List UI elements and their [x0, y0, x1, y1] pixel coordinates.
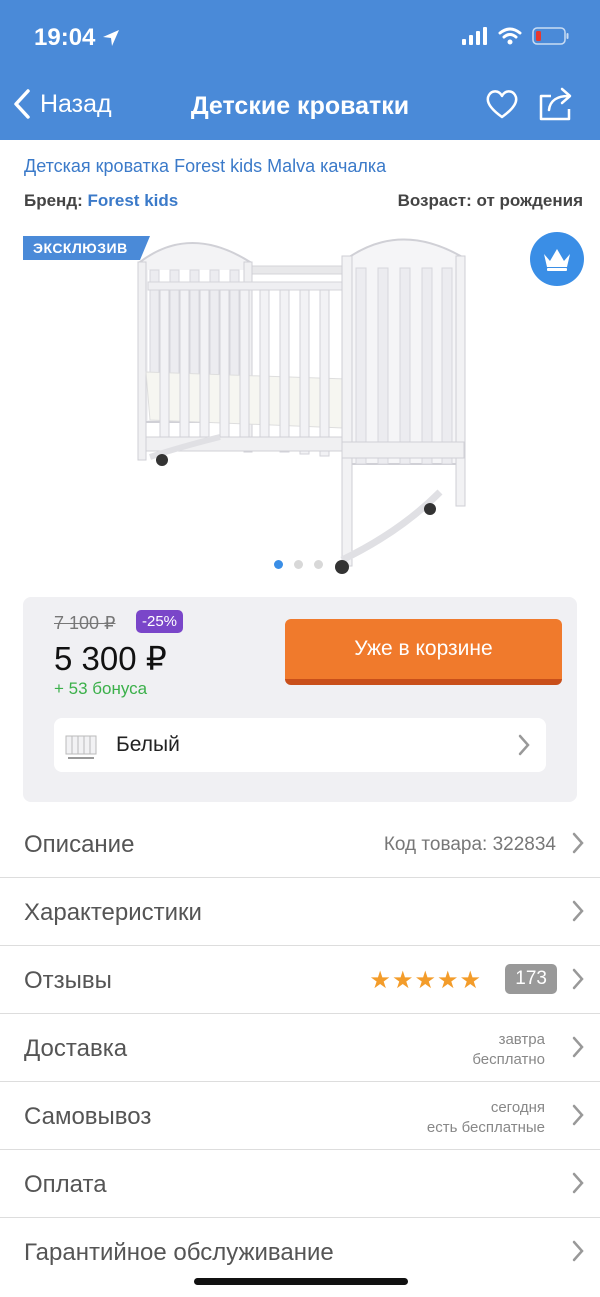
- product-name[interactable]: Детская кроватка Forest kids Malva качал…: [24, 156, 386, 177]
- age-value: от рождения: [476, 191, 584, 210]
- chevron-right-icon: [572, 900, 584, 922]
- navbar: Назад Детские кроватки: [0, 74, 600, 140]
- in-cart-button[interactable]: Уже в корзине: [285, 619, 562, 685]
- chevron-right-icon: [572, 968, 584, 990]
- bonus-text: + 53 бонуса: [54, 679, 148, 698]
- pickup-info: сегодня есть бесплатные: [427, 1098, 545, 1138]
- row-delivery[interactable]: Доставка завтра бесплатно: [0, 1014, 600, 1082]
- row-specs[interactable]: Характеристики: [0, 878, 600, 946]
- old-price: 7 100 ₽: [54, 613, 116, 633]
- exclusive-badge: ЭКСКЛЮЗИВ: [23, 236, 150, 260]
- pickup-cost: есть бесплатные: [426, 1119, 545, 1136]
- row-label: Доставка: [24, 1035, 128, 1062]
- gallery-dot[interactable]: [314, 560, 323, 569]
- product-gallery[interactable]: ЭКСКЛЮЗИВ: [0, 232, 600, 582]
- row-reviews[interactable]: Отзывы ★★★★★ 173: [0, 946, 600, 1014]
- signal-icon: [462, 27, 487, 45]
- status-icons: [462, 26, 570, 46]
- row-label: Гарантийное обслуживание: [24, 1239, 334, 1266]
- gallery-dot[interactable]: [294, 560, 303, 569]
- share-icon[interactable]: [536, 86, 576, 122]
- delivery-info: завтра бесплатно: [472, 1030, 545, 1070]
- rating-stars: ★★★★★: [369, 967, 482, 994]
- wifi-icon: [498, 27, 522, 45]
- age-row: Возраст: от рождения: [398, 191, 583, 211]
- status-time: 19:04: [34, 24, 121, 52]
- chevron-right-icon: [572, 1172, 584, 1194]
- crown-badge[interactable]: [530, 232, 584, 286]
- gallery-dots[interactable]: [274, 560, 323, 569]
- row-payment[interactable]: Оплата: [0, 1150, 600, 1218]
- chevron-right-icon: [572, 1240, 584, 1262]
- chevron-right-icon: [572, 1036, 584, 1058]
- home-indicator[interactable]: [194, 1278, 408, 1285]
- brand-label: Бренд:: [24, 191, 83, 210]
- top-bar: 19:04 Назад Детские кроватки: [0, 0, 600, 140]
- gallery-dot[interactable]: [274, 560, 283, 569]
- row-label: Оплата: [24, 1171, 107, 1198]
- color-selector[interactable]: Белый: [54, 718, 546, 772]
- heart-icon[interactable]: [484, 86, 520, 122]
- current-price: 5 300 ₽: [54, 640, 167, 677]
- discount-badge: -25%: [136, 610, 184, 633]
- row-label: Характеристики: [24, 899, 202, 926]
- time-label: 19:04: [34, 24, 96, 51]
- color-label: Белый: [116, 733, 180, 756]
- row-label: Описание: [24, 831, 135, 858]
- delivery-cost: бесплатно: [472, 1051, 545, 1068]
- crib-image: [137, 238, 466, 574]
- color-thumbnail: [65, 735, 97, 759]
- status-bar: 19:04: [0, 0, 600, 74]
- row-warranty[interactable]: Гарантийное обслуживание: [0, 1218, 600, 1286]
- review-count: 173: [505, 964, 557, 994]
- row-label: Отзывы: [24, 967, 112, 994]
- chevron-right-icon: [518, 734, 530, 756]
- crown-icon: [544, 249, 570, 271]
- delivery-when: завтра: [498, 1031, 545, 1048]
- info-list: Описание Код товара: 322834 Характеристи…: [0, 810, 600, 1286]
- row-label: Самовывоз: [24, 1103, 152, 1130]
- chevron-right-icon: [572, 1104, 584, 1126]
- battery-icon: [532, 27, 569, 45]
- product-code: Код товара: 322834: [383, 834, 556, 855]
- pickup-when: сегодня: [490, 1099, 545, 1116]
- chevron-right-icon: [572, 832, 584, 854]
- brand-row: Бренд: Forest kids: [24, 191, 178, 211]
- row-description[interactable]: Описание Код товара: 322834: [0, 810, 600, 878]
- nav-actions: [484, 86, 576, 122]
- location-arrow-icon: [103, 30, 120, 46]
- price-card: 7 100 ₽ -25% 5 300 ₽ + 53 бонуса Уже в к…: [23, 597, 577, 802]
- age-label: Возраст:: [397, 191, 472, 210]
- brand-link[interactable]: Forest kids: [88, 191, 179, 210]
- row-pickup[interactable]: Самовывоз сегодня есть бесплатные: [0, 1082, 600, 1150]
